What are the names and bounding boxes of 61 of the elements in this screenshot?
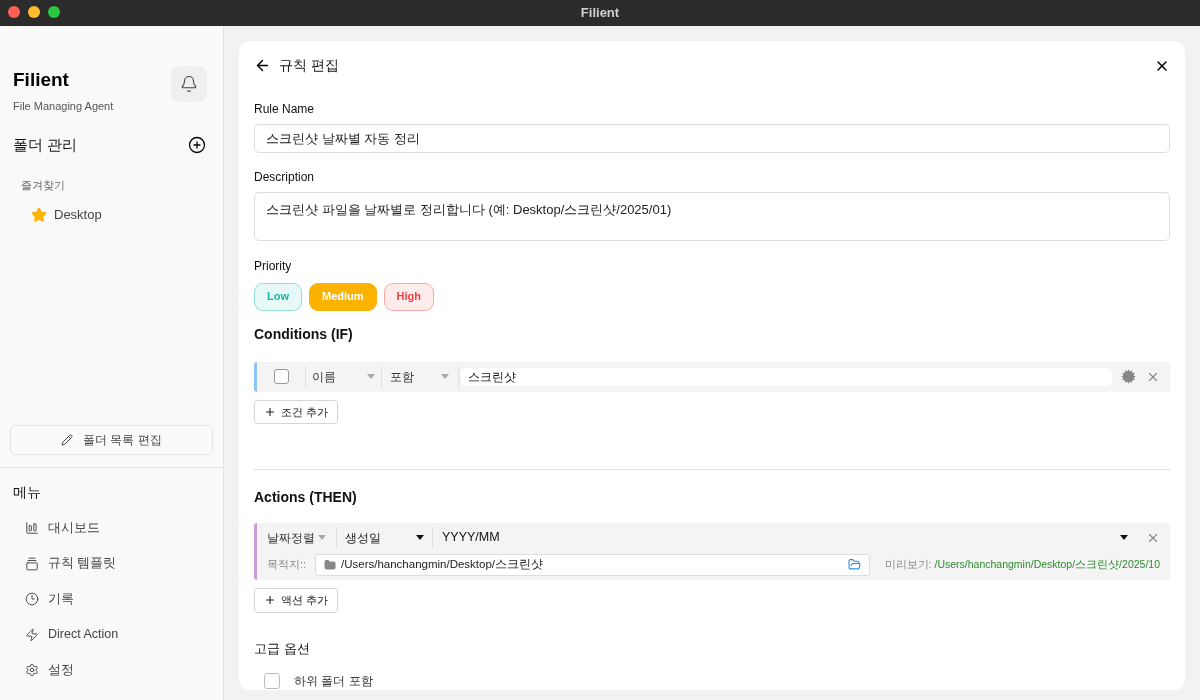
add-action-button[interactable]: 액션 추가 — [254, 588, 339, 613]
notifications-button[interactable] — [171, 66, 207, 102]
condition-value-field[interactable]: 스크린샷 — [461, 367, 1112, 386]
app-name: Filient — [13, 68, 70, 92]
zoom-window-button[interactable] — [48, 6, 60, 18]
section-title: Actions (THEN) — [254, 488, 357, 507]
clock-icon — [25, 592, 39, 607]
close-window-button[interactable] — [8, 6, 20, 18]
browse-folder-icon[interactable] — [848, 558, 861, 571]
folder-icon — [324, 558, 336, 571]
plus-icon — [264, 405, 276, 418]
pencil-icon — [61, 433, 74, 446]
settings-button[interactable] — [1121, 369, 1136, 385]
star-icon — [31, 206, 47, 223]
minimize-window-button[interactable] — [28, 6, 40, 18]
field-label: Priority — [254, 257, 292, 275]
destination-field[interactable]: /Users/hanchangmin/Desktop/스크린샷 — [315, 553, 870, 576]
favorites-label: 즐겨찾기 — [21, 177, 65, 193]
menu-item[interactable]: 대시보드 — [25, 510, 100, 546]
field-label: Description — [254, 169, 315, 187]
date-basis-dropdown[interactable]: 생성일 — [336, 526, 432, 549]
favorite-folder-item[interactable]: Desktop — [31, 205, 102, 225]
menu-item[interactable]: 규칙 템플릿 — [25, 546, 117, 582]
destination-label: 목적지:: — [267, 557, 308, 573]
settings-icon — [25, 663, 39, 678]
format-dropdown[interactable]: YYYY/MM — [432, 526, 1146, 549]
caret-icon — [367, 374, 375, 380]
checkbox[interactable] — [273, 369, 289, 385]
section-title: 고급 옵션 — [254, 639, 310, 658]
window-title: Filient — [580, 4, 620, 23]
menu-item[interactable]: Direct Action — [25, 617, 119, 653]
checkbox[interactable] — [264, 673, 280, 689]
add-condition-button[interactable]: 조건 추가 — [254, 399, 339, 424]
preview-path: /Users/hanchangmin/Desktop/스크린샷/2025/10 — [934, 556, 1160, 572]
add-folder-button[interactable] — [188, 136, 206, 155]
editor-title: 규칙 편집 — [279, 56, 339, 75]
app-subtitle: File Managing Agent — [13, 98, 114, 114]
section-title: 폴더 관리 — [13, 135, 78, 155]
bell-icon — [180, 75, 198, 93]
option-label: 하위 폴더 포함 — [294, 673, 373, 690]
operator-dropdown[interactable]: 포함 — [381, 365, 457, 388]
section-title: 메뉴 — [13, 482, 41, 502]
edit-folders-button[interactable]: 폴더 목록 편집 — [10, 424, 213, 455]
field-label: Rule Name — [254, 101, 315, 118]
description-field[interactable]: 스크린샷 파일을 날짜별로 정리합니다 (예: Desktop/스크린샷/2025/01) — [254, 192, 1170, 241]
menu-item[interactable]: 기록 — [25, 581, 74, 617]
caret-icon — [318, 535, 326, 540]
plus-icon — [264, 594, 276, 607]
preview-label: 미리보기: — [884, 556, 932, 572]
stack-icon — [25, 556, 39, 571]
chart-icon — [25, 521, 39, 536]
section-title: Conditions (IF) — [254, 324, 353, 344]
rule-name-field[interactable]: 스크린샷 날짜별 자동 정리 — [254, 124, 1170, 154]
lightning-icon — [25, 627, 39, 642]
action-type-dropdown[interactable]: 날짜정렬 — [257, 528, 336, 547]
caret-icon — [441, 374, 449, 380]
field-dropdown[interactable]: 이름 — [305, 365, 381, 388]
menu-item[interactable]: 설정 — [25, 652, 74, 688]
back-button[interactable] — [254, 57, 271, 74]
caret-icon — [416, 535, 424, 540]
caret-icon — [1120, 535, 1128, 540]
